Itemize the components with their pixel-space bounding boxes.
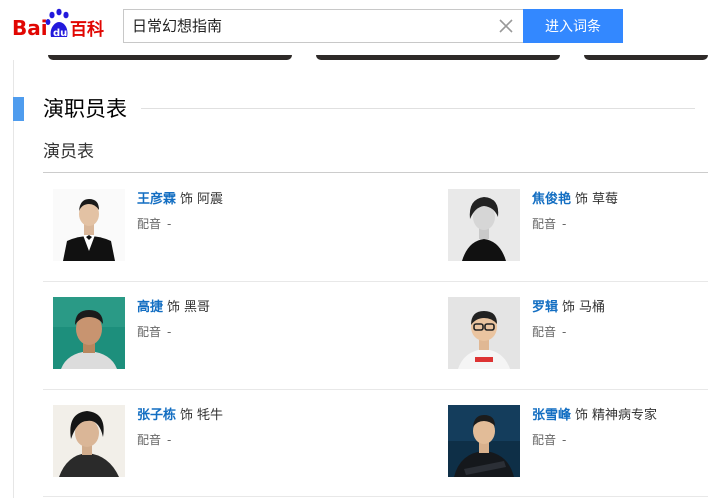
- dub-value: -: [562, 433, 567, 447]
- carousel-item-edge[interactable]: [584, 55, 708, 60]
- carousel-item-edge[interactable]: [316, 55, 560, 60]
- enter-entry-button[interactable]: 进入词条: [523, 9, 623, 43]
- carousel-item-edge[interactable]: [48, 55, 292, 60]
- section-marker: [13, 97, 24, 121]
- role-name: 牦牛: [197, 408, 224, 423]
- dub-value: -: [167, 433, 172, 447]
- dub-value: -: [167, 217, 172, 231]
- role-prefix: 饰: [575, 408, 589, 423]
- dub-value: -: [562, 325, 567, 339]
- top-header: Bai du 百科 进入词条: [0, 0, 708, 58]
- role-name: 黑哥: [184, 300, 211, 315]
- actor-name-link[interactable]: 张雪峰: [532, 408, 571, 423]
- dub-label: 配音: [532, 217, 557, 231]
- search-box: [123, 9, 523, 43]
- role-prefix: 饰: [575, 192, 589, 207]
- cast-card: 张雪峰饰精神病专家 配音 -: [448, 405, 708, 495]
- baidu-baike-logo[interactable]: Bai du 百科: [12, 6, 116, 46]
- dub-label: 配音: [137, 217, 162, 231]
- role-name: 阿震: [197, 192, 224, 207]
- row-divider: [43, 496, 708, 497]
- actor-name-link[interactable]: 张子栋: [137, 408, 176, 423]
- actor-name-link[interactable]: 王彦霖: [137, 192, 176, 207]
- actor-name-link[interactable]: 高捷: [137, 300, 163, 315]
- actor-name-link[interactable]: 罗辑: [532, 300, 558, 315]
- role-name: 马桶: [579, 300, 606, 315]
- actor-name-link[interactable]: 焦俊艳: [532, 192, 571, 207]
- cast-card: 王彦霖饰阿震 配音 -: [53, 189, 313, 279]
- row-divider: [43, 281, 708, 282]
- cast-card: 高捷饰黑哥 配音 -: [53, 297, 313, 387]
- cast-card: 焦俊艳饰草莓 配音 -: [448, 189, 708, 279]
- actor-photo[interactable]: [448, 405, 520, 477]
- dub-label: 配音: [137, 433, 162, 447]
- role-prefix: 饰: [180, 408, 194, 423]
- role-name: 草莓: [592, 192, 619, 207]
- section-title: 演职员表: [43, 97, 127, 121]
- svg-text:Bai: Bai: [12, 16, 48, 40]
- role-prefix: 饰: [167, 300, 181, 315]
- cast-card: 罗辑饰马桶 配音 -: [448, 297, 708, 387]
- svg-text:du: du: [53, 28, 67, 39]
- role-prefix: 饰: [562, 300, 576, 315]
- cast-divider: [43, 172, 708, 173]
- actor-photo[interactable]: [53, 189, 125, 261]
- dub-value: -: [167, 325, 172, 339]
- dub-label: 配音: [137, 325, 162, 339]
- cast-card: 张子栋饰牦牛 配音 -: [53, 405, 313, 495]
- actor-photo[interactable]: [53, 405, 125, 477]
- dub-label: 配音: [532, 433, 557, 447]
- dub-value: -: [562, 217, 567, 231]
- actor-photo[interactable]: [53, 297, 125, 369]
- close-icon[interactable]: [497, 17, 515, 35]
- dub-label: 配音: [532, 325, 557, 339]
- actor-photo[interactable]: [448, 189, 520, 261]
- search-input[interactable]: [132, 10, 472, 42]
- actor-photo[interactable]: [448, 297, 520, 369]
- section-divider: [141, 108, 695, 109]
- role-prefix: 饰: [180, 192, 194, 207]
- left-gutter-line: [13, 60, 14, 498]
- svg-text:百科: 百科: [70, 19, 104, 40]
- role-name: 精神病专家: [592, 408, 658, 423]
- cast-subtitle: 演员表: [43, 142, 94, 162]
- row-divider: [43, 389, 708, 390]
